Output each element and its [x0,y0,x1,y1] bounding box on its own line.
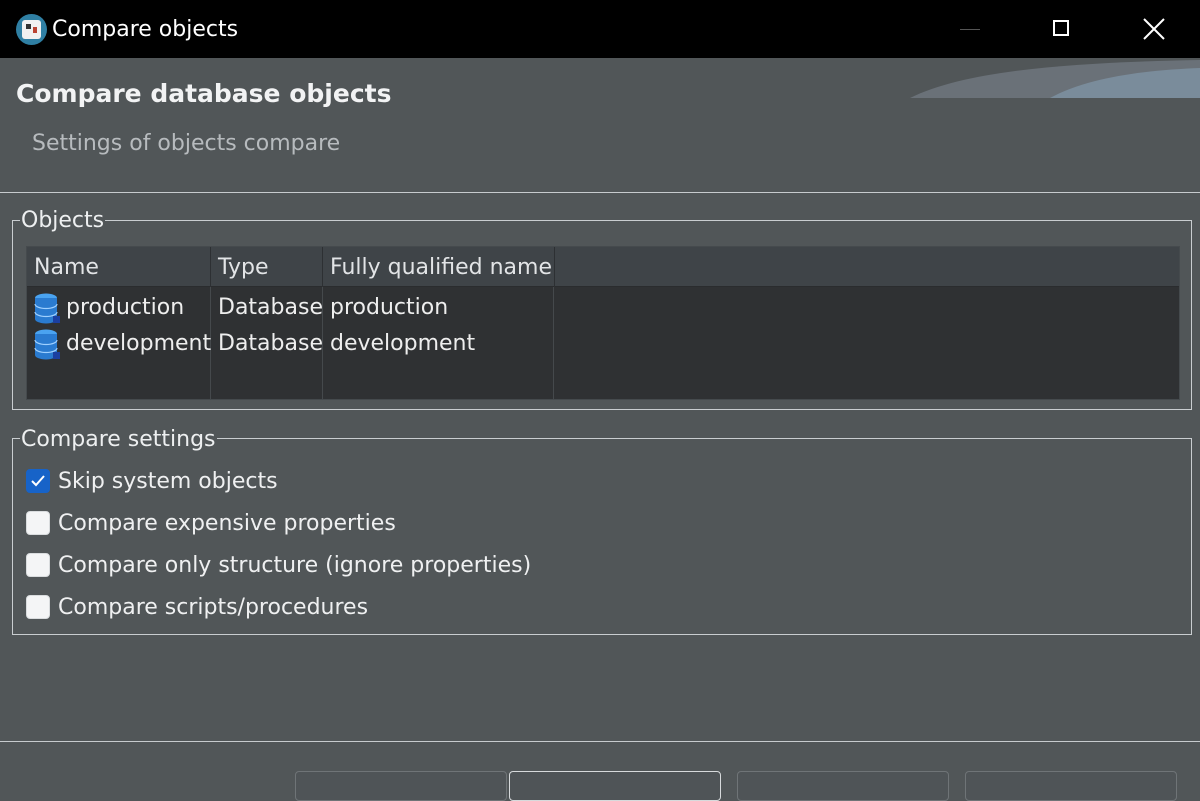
table-header: Name Type Fully qualified name [27,247,1179,287]
compare-only-structure-label[interactable]: Compare only structure (ignore propertie… [58,549,531,583]
objects-legend: Objects [20,208,106,234]
start-button[interactable] [737,771,949,801]
compare-only-structure-checkbox[interactable] [26,553,50,577]
table-row[interactable]: production Database production [27,289,1179,325]
dialog-subtitle: Settings of objects compare [32,131,341,156]
objects-table[interactable]: Name Type Fully qualified name productio… [26,246,1180,400]
checkmark-icon [31,475,45,487]
skip-system-objects-label[interactable]: Skip system objects [58,465,278,499]
minimize-icon [960,29,980,30]
row-fqn: production [330,295,449,320]
window-title: Compare objects [52,17,239,42]
close-button[interactable] [1108,0,1200,58]
table-row[interactable]: development Database development [27,325,1179,361]
close-icon [1143,18,1165,40]
column-header-fqn[interactable]: Fully qualified name [323,247,555,287]
row-type: Database [218,295,323,320]
row-name: production [66,295,185,320]
compare-expensive-properties-label[interactable]: Compare expensive properties [58,507,396,541]
database-icon [34,329,60,360]
row-fqn: development [330,331,476,356]
column-header-type[interactable]: Type [211,247,323,287]
compare-expensive-properties-checkbox[interactable] [26,511,50,535]
database-icon [34,293,60,324]
maximize-button[interactable] [1016,0,1108,58]
compare-scripts-label[interactable]: Compare scripts/procedures [58,591,368,625]
header-separator [0,192,1200,193]
maximize-icon [1053,20,1069,36]
minimize-button[interactable] [924,0,1016,58]
dialog-title: Compare database objects [16,79,392,108]
skip-system-objects-checkbox[interactable] [26,469,50,493]
app-logo-icon [16,14,47,45]
column-header-name[interactable]: Name [27,247,211,287]
back-button[interactable] [295,771,507,801]
row-type: Database [218,331,323,356]
compare-settings-legend: Compare settings [20,427,217,453]
row-name: development [66,331,212,356]
banner-decoration [910,60,1200,98]
next-button[interactable] [509,771,721,801]
compare-scripts-checkbox[interactable] [26,595,50,619]
cancel-button[interactable] [965,771,1177,801]
footer-separator [0,741,1200,742]
title-bar: Compare objects [0,0,1200,58]
